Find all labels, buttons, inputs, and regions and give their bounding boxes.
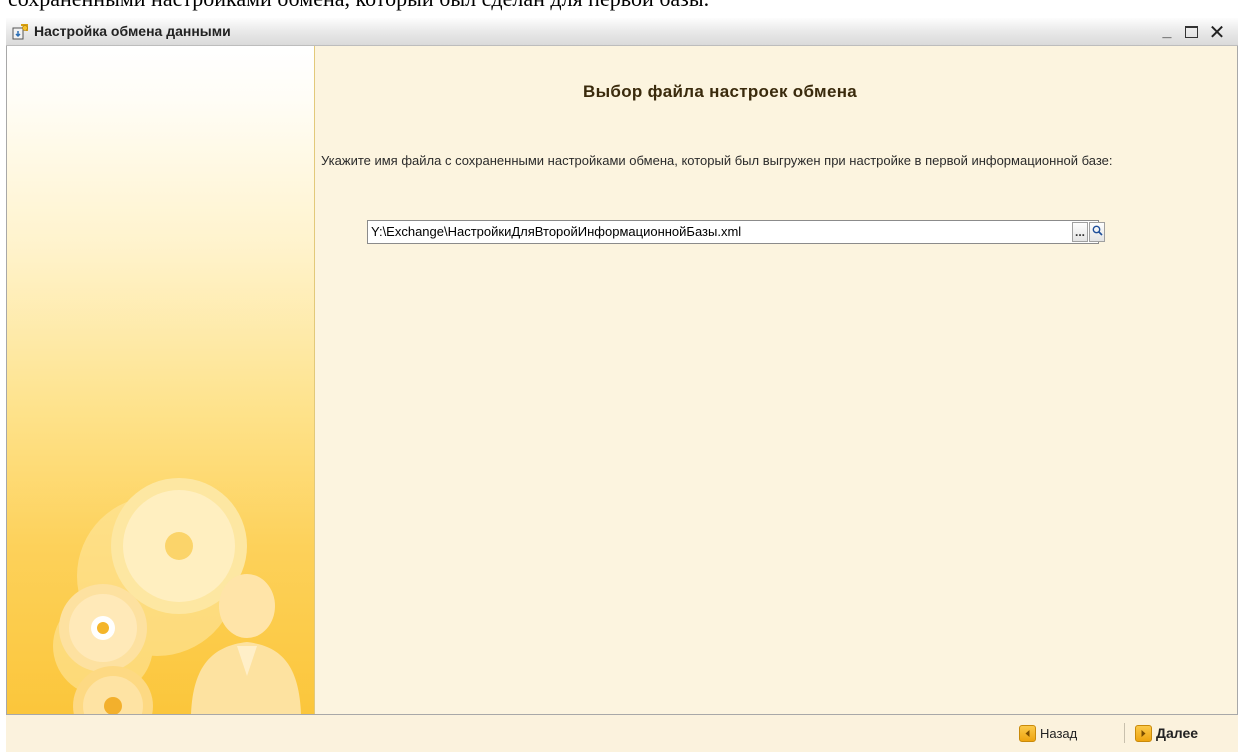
- open-file-button[interactable]: [1089, 222, 1105, 242]
- background-document-text: сохраненными настройками обмена, который…: [8, 0, 1208, 10]
- arrow-right-icon: [1135, 724, 1152, 742]
- back-button[interactable]: Назад: [1019, 722, 1077, 744]
- window-title: Настройка обмена данными: [34, 23, 231, 39]
- back-button-label: Назад: [1040, 725, 1078, 741]
- minimize-icon: _: [1162, 23, 1172, 40]
- next-button-label: Далее: [1156, 725, 1199, 741]
- dialog-content: Выбор файла настроек обмена Укажите имя …: [6, 46, 1238, 714]
- navigation-bar: Назад Далее: [6, 714, 1238, 752]
- exchange-settings-icon: [11, 23, 29, 41]
- page-title: Выбор файла настроек обмена: [583, 82, 858, 101]
- browse-button[interactable]: ...: [1072, 222, 1088, 242]
- title-bar[interactable]: Настройка обмена данными _ ✕: [6, 18, 1238, 46]
- settings-file-path-input[interactable]: [368, 221, 1071, 243]
- maximize-button[interactable]: [1180, 21, 1202, 43]
- minimize-button[interactable]: _: [1156, 21, 1178, 43]
- browse-ellipsis-icon: ...: [1074, 225, 1085, 239]
- close-button[interactable]: ✕: [1206, 21, 1228, 44]
- sidebar-illustration: [7, 46, 315, 714]
- main-panel: Выбор файла настроек обмена Укажите имя …: [315, 46, 1237, 714]
- medium-gear-icon: [59, 584, 147, 672]
- arrow-left-icon: [1019, 724, 1036, 742]
- next-button[interactable]: Далее: [1135, 722, 1198, 744]
- settings-file-field[interactable]: ...: [367, 220, 1105, 244]
- magnifier-icon: [1092, 225, 1103, 239]
- instruction-text: Укажите имя файла с сохраненными настрой…: [321, 153, 1113, 168]
- exchange-settings-window: Настройка обмена данными _ ✕ Выбор файла…: [6, 18, 1238, 752]
- close-icon: ✕: [1208, 21, 1226, 44]
- nav-separator: [1124, 723, 1125, 743]
- maximize-icon: [1184, 26, 1198, 38]
